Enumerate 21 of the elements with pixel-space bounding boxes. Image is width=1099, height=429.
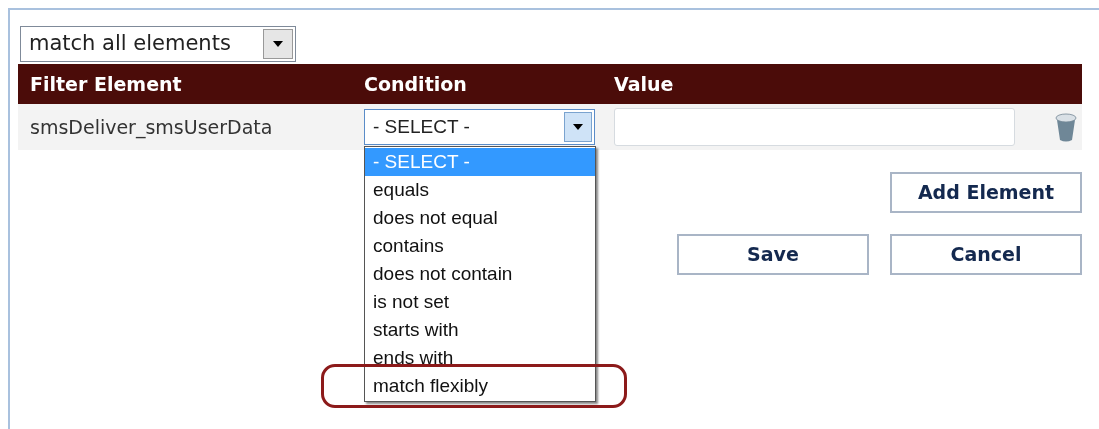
trash-icon[interactable] (1055, 112, 1077, 142)
dropdown-option[interactable]: starts with (365, 316, 595, 344)
value-field[interactable] (614, 108, 1015, 146)
column-header: Condition (364, 71, 468, 97)
dropdown-option[interactable]: does not contain (365, 260, 595, 288)
caret-icon (273, 41, 283, 47)
add-element-button[interactable]: Add Element (890, 172, 1082, 213)
caret-icon (573, 124, 583, 130)
save-button[interactable]: Save (677, 234, 869, 275)
dropdown-option[interactable]: equals (365, 176, 595, 204)
dropdown-option[interactable]: is not set (365, 288, 595, 316)
match-select[interactable]: match all elements (20, 26, 296, 62)
table-cell-text: smsDeliver_smsUserData (29, 114, 274, 141)
dropdown-option[interactable]: does not equal (365, 204, 595, 232)
dropdown-option[interactable]: contains (365, 232, 595, 260)
condition-select[interactable]: - SELECT - (364, 109, 595, 145)
dropdown-option[interactable]: ends with (365, 344, 595, 372)
column-header: Filter Element (29, 71, 183, 97)
column-header: Value (614, 71, 674, 97)
dropdown-option[interactable]: match flexibly (365, 372, 595, 400)
cancel-button[interactable]: Cancel (890, 234, 1082, 275)
